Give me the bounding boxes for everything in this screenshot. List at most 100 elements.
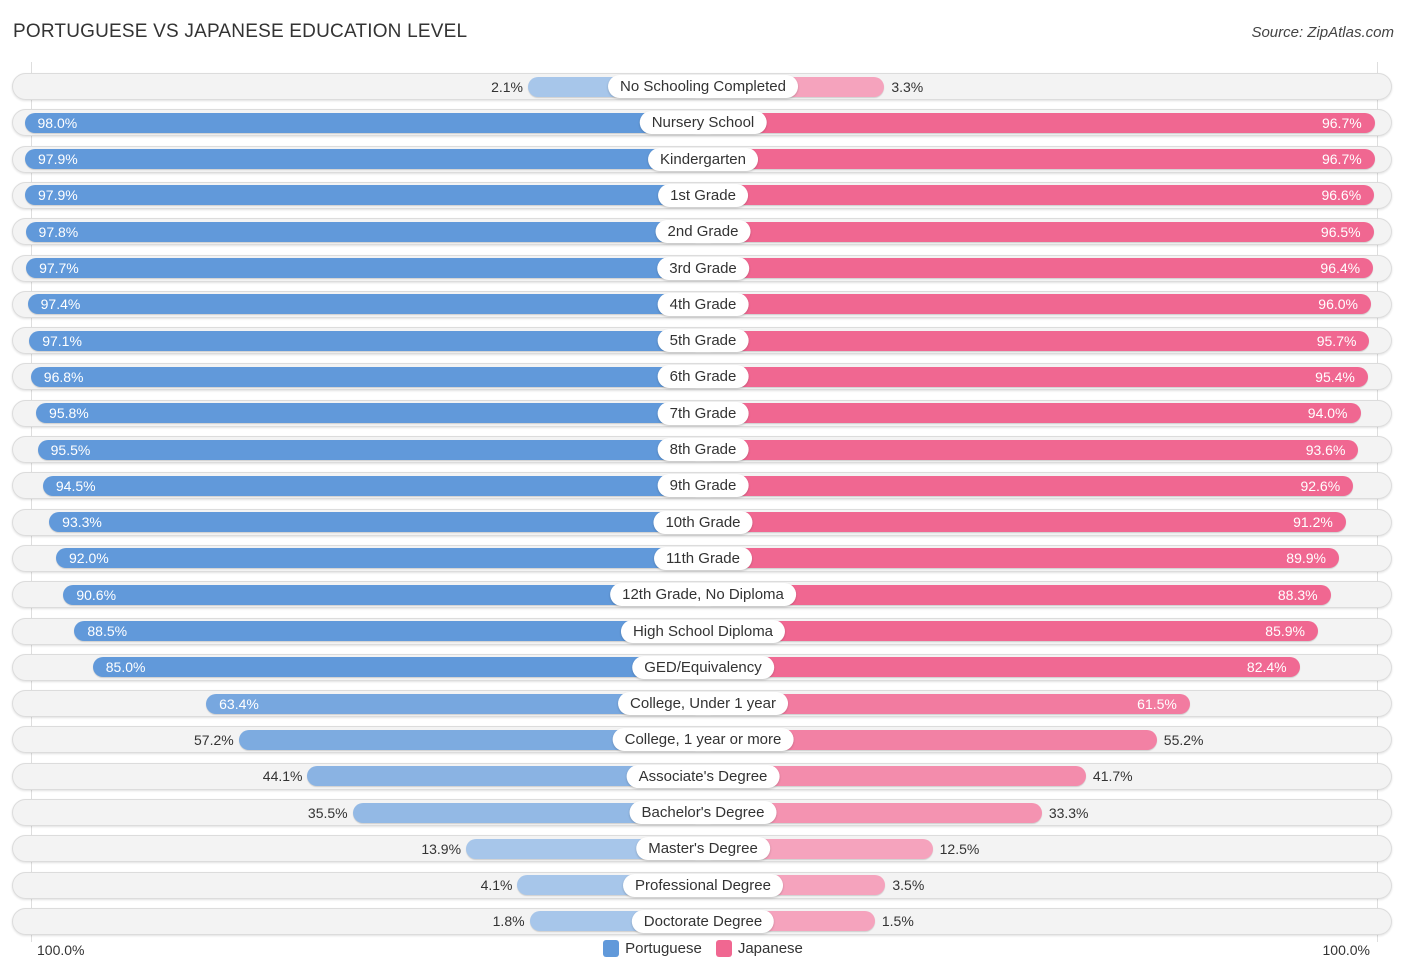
category-label-2nd-grade: 2nd Grade: [655, 220, 751, 244]
category-label-8th-grade: 8th Grade: [657, 438, 749, 461]
value-label-portuguese-7th-grade: 95.8%: [49, 405, 89, 422]
bar-japanese-10th-grade[interactable]: [703, 512, 1346, 533]
value-label-japanese-3rd-grade: 96.4%: [1320, 260, 1361, 276]
legend-label-portuguese: Portuguese: [625, 940, 702, 957]
category-label-5th-grade: 5th Grade: [657, 329, 749, 353]
value-label-portuguese-1st-grade: 97.9%: [38, 187, 78, 204]
bar-portuguese-high-school-diploma[interactable]: [74, 621, 703, 641]
bar-portuguese-3rd-grade[interactable]: [26, 258, 703, 278]
bar-japanese-7th-grade[interactable]: [703, 403, 1361, 424]
value-label-portuguese-12th-grade-no-diploma: 90.6%: [76, 586, 117, 603]
category-label-4th-grade: 4th Grade: [657, 292, 749, 316]
value-label-japanese-college-1-year-or-more: 55.2%: [1163, 731, 1204, 748]
value-label-japanese-master-s-degree: 12.5%: [939, 840, 980, 857]
value-label-portuguese-bachelor-s-degree: 35.5%: [307, 804, 348, 821]
bar-portuguese-11th-grade[interactable]: [56, 548, 703, 569]
bar-portuguese-4th-grade[interactable]: [27, 294, 703, 315]
bar-japanese-12th-grade-no-diploma[interactable]: [703, 584, 1331, 605]
bar-japanese-2nd-grade[interactable]: [703, 221, 1374, 242]
bar-portuguese-5th-grade[interactable]: [29, 330, 703, 351]
bar-portuguese-1st-grade[interactable]: [25, 185, 703, 206]
bar-portuguese-2nd-grade[interactable]: [25, 221, 703, 242]
value-label-japanese-5th-grade: 95.7%: [1316, 332, 1357, 349]
value-label-japanese-11th-grade: 89.9%: [1286, 550, 1326, 567]
bar-portuguese-9th-grade[interactable]: [42, 475, 703, 496]
legend-item-portuguese[interactable]: Portuguese: [603, 940, 702, 957]
value-label-portuguese-master-s-degree: 13.9%: [421, 840, 462, 857]
category-label-associate-s-degree: Associate's Degree: [626, 764, 780, 788]
bar-japanese-high-school-diploma[interactable]: [703, 621, 1318, 641]
value-label-japanese-6th-grade: 95.4%: [1315, 368, 1355, 385]
bar-portuguese-kindergarten[interactable]: [25, 149, 703, 170]
value-label-portuguese-college-under-1-year: 63.4%: [219, 695, 259, 712]
bar-japanese-1st-grade[interactable]: [703, 185, 1375, 206]
value-label-portuguese-11th-grade: 92.0%: [69, 550, 109, 567]
bar-japanese-ged-equivalency[interactable]: [703, 657, 1300, 678]
bar-portuguese-ged-equivalency[interactable]: [92, 657, 703, 678]
legend-item-japanese[interactable]: Japanese: [715, 940, 803, 957]
category-label-bachelor-s-degree: Bachelor's Degree: [629, 801, 777, 824]
legend-label-japanese: Japanese: [737, 940, 803, 957]
value-label-portuguese-kindergarten: 97.9%: [38, 151, 78, 168]
bar-portuguese-10th-grade[interactable]: [49, 512, 703, 533]
value-label-japanese-2nd-grade: 96.5%: [1320, 223, 1361, 240]
value-label-portuguese-8th-grade: 95.5%: [50, 441, 91, 458]
category-label-kindergarten: Kindergarten: [648, 147, 758, 171]
value-label-japanese-nursery-school: 96.7%: [1321, 114, 1362, 131]
bar-portuguese-6th-grade[interactable]: [30, 366, 703, 387]
bar-portuguese-7th-grade[interactable]: [36, 403, 703, 424]
bar-japanese-9th-grade[interactable]: [703, 475, 1354, 496]
value-label-portuguese-6th-grade: 96.8%: [43, 368, 84, 385]
category-label-ged-equivalency: GED/Equivalency: [632, 655, 774, 679]
category-label-10th-grade: 10th Grade: [653, 510, 753, 534]
value-label-japanese-associate-s-degree: 41.7%: [1092, 768, 1133, 785]
value-label-portuguese-ged-equivalency: 85.0%: [105, 659, 146, 676]
value-label-japanese-college-under-1-year: 61.5%: [1137, 695, 1177, 712]
value-label-japanese-professional-degree: 3.5%: [892, 877, 925, 894]
value-label-portuguese-high-school-diploma: 88.5%: [87, 623, 128, 639]
category-label-master-s-degree: Master's Degree: [636, 837, 770, 861]
bar-portuguese-12th-grade-no-diploma[interactable]: [63, 584, 703, 605]
category-label-6th-grade: 6th Grade: [657, 365, 749, 389]
value-label-portuguese-college-1-year-or-more: 57.2%: [194, 731, 234, 748]
category-label-doctorate-degree: Doctorate Degree: [631, 909, 775, 933]
bar-japanese-kindergarten[interactable]: [703, 149, 1375, 170]
legend-swatch-portuguese: [603, 940, 620, 957]
bar-japanese-nursery-school[interactable]: [703, 112, 1375, 133]
chart-rows: 2.1% 3.3% No Schooling Completed 98.0% 96.7%…: [0, 0, 1406, 975]
category-label-no-schooling-completed: No Schooling Completed: [608, 75, 798, 98]
value-label-japanese-9th-grade: 92.6%: [1300, 477, 1341, 494]
value-label-portuguese-nursery-school: 98.0%: [37, 114, 78, 131]
value-label-portuguese-2nd-grade: 97.8%: [38, 223, 79, 240]
legend: Portuguese Japanese: [0, 940, 1406, 957]
bar-japanese-8th-grade[interactable]: [703, 439, 1359, 460]
category-label-11th-grade: 11th Grade: [654, 546, 752, 570]
bar-japanese-6th-grade[interactable]: [703, 366, 1368, 387]
bar-portuguese-8th-grade[interactable]: [37, 439, 703, 460]
category-label-professional-degree: Professional Degree: [623, 873, 783, 897]
category-label-12th-grade-no-diploma: 12th Grade, No Diploma: [610, 583, 796, 607]
value-label-japanese-8th-grade: 93.6%: [1305, 441, 1346, 458]
bar-japanese-5th-grade[interactable]: [703, 330, 1370, 351]
value-label-portuguese-4th-grade: 97.4%: [40, 296, 81, 313]
bar-portuguese-nursery-school[interactable]: [24, 112, 703, 133]
value-label-portuguese-5th-grade: 97.1%: [42, 332, 82, 349]
value-label-japanese-12th-grade-no-diploma: 88.3%: [1277, 586, 1318, 603]
value-label-japanese-1st-grade: 96.6%: [1321, 187, 1362, 204]
category-label-nursery-school: Nursery School: [639, 111, 767, 135]
category-label-college-1-year-or-more: College, 1 year or more: [612, 728, 794, 752]
category-label-college-under-1-year: College, Under 1 year: [618, 692, 788, 716]
value-label-japanese-kindergarten: 96.7%: [1321, 151, 1362, 168]
bar-japanese-3rd-grade[interactable]: [703, 258, 1374, 278]
value-label-portuguese-no-schooling-completed: 2.1%: [491, 78, 523, 95]
value-label-japanese-doctorate-degree: 1.5%: [881, 913, 914, 930]
category-label-7th-grade: 7th Grade: [657, 401, 749, 425]
value-label-portuguese-10th-grade: 93.3%: [62, 514, 102, 531]
value-label-japanese-ged-equivalency: 82.4%: [1246, 659, 1287, 676]
value-label-portuguese-professional-degree: 4.1%: [480, 877, 513, 894]
bar-japanese-4th-grade[interactable]: [703, 294, 1371, 315]
value-label-japanese-7th-grade: 94.0%: [1307, 405, 1348, 422]
category-label-3rd-grade: 3rd Grade: [657, 256, 749, 280]
category-label-1st-grade: 1st Grade: [658, 183, 748, 207]
bar-japanese-11th-grade[interactable]: [703, 548, 1339, 569]
